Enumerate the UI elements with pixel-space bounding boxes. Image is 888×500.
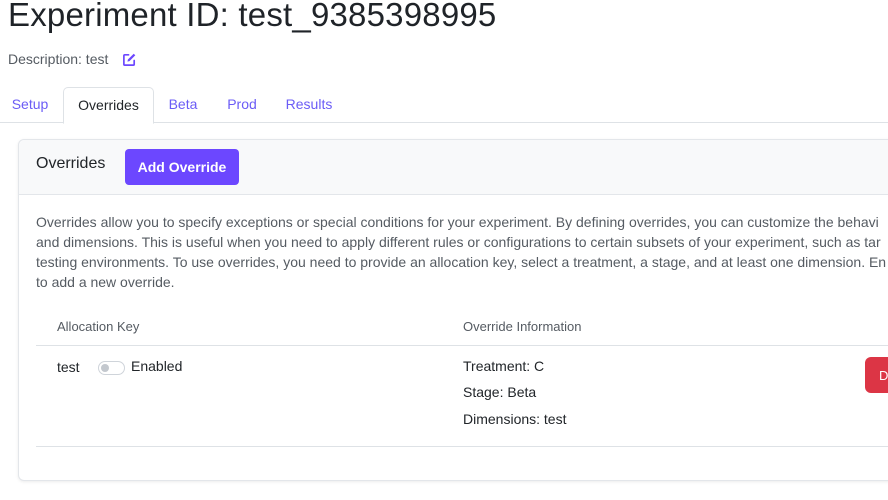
tab-prod[interactable]: Prod [216,87,268,122]
column-header-allocation-key: Allocation Key [57,319,140,334]
stage-value: Stage: Beta [463,384,537,400]
toggle-knob [101,364,109,372]
overrides-help-text: Overrides allow you to specify exception… [36,212,888,292]
table-row-divider [36,446,888,447]
delete-override-button[interactable]: D [865,357,888,393]
edit-pencil-icon[interactable] [122,52,137,67]
tab-beta[interactable]: Beta [157,87,209,122]
dimensions-value: Dimensions: test [463,411,567,427]
description-row: Description: test [8,51,137,67]
page-title: Experiment ID: test_9385398995 [8,0,497,33]
description-text: Description: test [8,51,109,67]
add-override-button[interactable]: Add Override [125,149,239,185]
treatment-value: Treatment: C [463,358,545,374]
tab-setup[interactable]: Setup [0,87,60,122]
help-text-line: to add a new override. [36,274,175,290]
help-text-line: Overrides allow you to specify exception… [36,214,879,230]
experiment-tabs: Setup Overrides Beta Prod Results [0,87,888,124]
tab-overrides[interactable]: Overrides [63,87,154,124]
help-text-line: and dimensions. This is useful when you … [36,234,881,250]
column-header-override-information: Override Information [463,319,582,334]
allocation-key-value: test [57,359,80,375]
enabled-toggle[interactable] [98,361,125,375]
overrides-card-header: Overrides Add Override [19,140,888,195]
tab-results[interactable]: Results [278,87,340,122]
experiment-page: Experiment ID: test_9385398995 Descripti… [0,0,888,500]
overrides-card: Overrides Add Override Overrides allow y… [18,139,888,481]
help-text-line: testing environments. To use overrides, … [36,254,887,270]
enabled-label: Enabled [131,358,183,374]
overrides-heading: Overrides [36,155,106,172]
table-header-divider [36,345,888,346]
